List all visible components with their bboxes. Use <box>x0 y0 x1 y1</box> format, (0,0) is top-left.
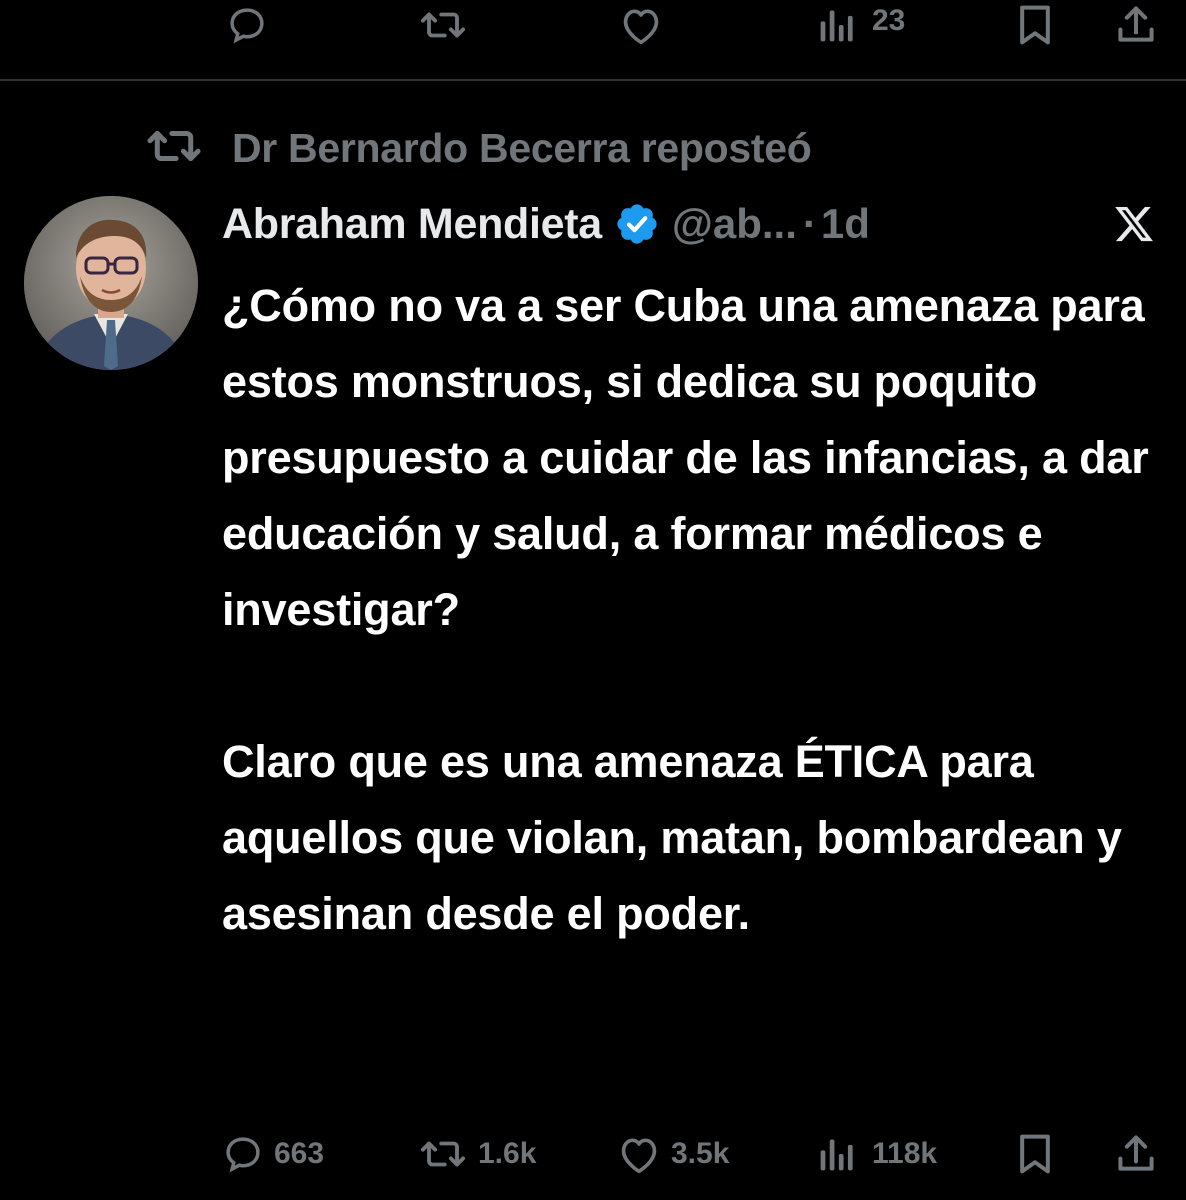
author-handle[interactable]: @ab... <box>672 200 797 248</box>
reply-button[interactable]: 663 <box>222 1129 324 1179</box>
views-icon <box>818 5 856 45</box>
bookmark-button[interactable] <box>1016 0 1054 50</box>
like-count: 3.5k <box>671 1137 730 1170</box>
views-count: 23 <box>872 4 906 37</box>
share-button[interactable] <box>1114 0 1158 50</box>
bookmark-icon <box>1016 3 1054 47</box>
reply-button[interactable] <box>226 0 268 50</box>
reply-icon <box>222 1133 264 1175</box>
like-button[interactable] <box>619 0 663 50</box>
repost-text: Dr Bernardo Becerra reposteó <box>232 124 812 171</box>
retweet-button[interactable]: 1.6k <box>418 1129 536 1179</box>
bookmark-icon <box>1016 1132 1054 1176</box>
reply-count: 663 <box>274 1137 325 1170</box>
retweet-button[interactable] <box>418 0 468 50</box>
verified-badge-icon <box>614 201 660 247</box>
avatar[interactable] <box>24 196 198 370</box>
retweet-count: 1.6k <box>478 1137 537 1170</box>
previous-tweet-action-bar: 23 <box>0 0 1186 50</box>
share-button[interactable] <box>1114 1129 1158 1179</box>
views-button[interactable]: 23 <box>818 0 905 50</box>
author-name[interactable]: Abraham Mendieta <box>222 200 602 249</box>
header-separator: · <box>802 200 817 247</box>
retweet-icon <box>144 123 204 174</box>
share-icon <box>1114 1132 1158 1176</box>
tweet-text: ¿Cómo no va a ser Cuba una amenaza para … <box>222 268 1162 952</box>
x-logo-icon <box>1110 196 1158 252</box>
repost-context[interactable]: Dr Bernardo Becerra reposteó <box>144 118 812 178</box>
bookmark-button[interactable] <box>1016 1129 1054 1179</box>
retweet-icon <box>418 1133 468 1175</box>
like-button[interactable]: 3.5k <box>617 1129 729 1179</box>
tweet-time[interactable]: 1d <box>821 200 870 248</box>
views-count: 118k <box>872 1137 938 1170</box>
like-icon <box>619 5 663 45</box>
tweet-divider <box>0 79 1186 81</box>
like-icon <box>617 1134 661 1174</box>
tweet-paragraph-1: ¿Cómo no va a ser Cuba una amenaza para … <box>222 280 1149 635</box>
reply-icon <box>226 4 268 46</box>
views-button[interactable]: 118k <box>818 1129 937 1179</box>
tweet-header: Abraham Mendieta @ab... · 1d <box>222 196 1172 252</box>
share-icon <box>1114 3 1158 47</box>
tweet-action-bar: 663 1.6k 3.5k 118k <box>0 1129 1186 1179</box>
views-icon <box>818 1134 856 1174</box>
tweet-paragraph-2: Claro que es una amenaza ÉTICA para aque… <box>222 736 1122 939</box>
retweet-icon <box>418 4 468 46</box>
